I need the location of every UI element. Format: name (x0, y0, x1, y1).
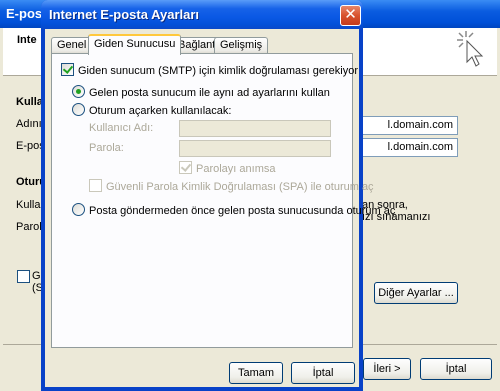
background-section-user: Kulla (16, 96, 43, 108)
close-icon[interactable]: ✕ (340, 5, 361, 26)
dialog-body: Genel Giden Sunucusu Bağlantı Gelişmiş G… (45, 29, 395, 387)
logon-using-row[interactable]: Oturum açarken kullanılacak: (72, 103, 231, 117)
tab-general[interactable]: Genel (51, 37, 93, 54)
outgoing-server-panel: Giden sunucum (SMTP) için kimlik doğrula… (51, 53, 395, 348)
same-settings-radio[interactable] (72, 85, 85, 98)
email-settings-dialog: Internet E-posta Ayarları ✕ Genel Giden … (41, 0, 395, 391)
password-label: Parola: (89, 142, 124, 154)
spa-row[interactable]: Güvenli Parola Kimlik Doğrulaması (SPA) … (89, 179, 374, 193)
background-checkbox[interactable] (17, 270, 30, 283)
smtp-auth-checkbox[interactable] (61, 63, 74, 76)
ok-button[interactable]: Tamam (229, 362, 283, 384)
same-settings-row[interactable]: Gelen posta sunucum ile aynı ad ayarları… (72, 85, 330, 99)
remember-password-label: Parolayı anımsa (196, 163, 276, 175)
dialog-cancel-button[interactable]: İptal (291, 362, 355, 384)
tab-outgoing-server[interactable]: Giden Sunucusu (88, 34, 182, 55)
background-header-title: Inte (17, 34, 37, 46)
spa-label: Güvenli Parola Kimlik Doğrulaması (SPA) … (106, 181, 374, 193)
username-label: Kullanıcı Adı: (89, 122, 154, 134)
background-cancel-button[interactable]: İptal (420, 358, 492, 380)
dialog-title: Internet E-posta Ayarları (49, 7, 200, 22)
remember-password-checkbox[interactable] (179, 161, 192, 174)
smtp-auth-row[interactable]: Giden sunucum (SMTP) için kimlik doğrula… (61, 63, 358, 77)
same-settings-label: Gelen posta sunucum ile aynı ad ayarları… (89, 87, 330, 99)
spa-checkbox[interactable] (89, 179, 102, 192)
more-settings-button[interactable]: Diğer Ayarlar ... (374, 282, 458, 304)
logon-before-row[interactable]: Posta göndermeden önce gelen posta sunuc… (72, 203, 395, 217)
username-input[interactable] (179, 120, 331, 137)
remember-password-row[interactable]: Parolayı anımsa (179, 161, 275, 175)
logon-before-label: Posta göndermeden önce gelen posta sunuc… (89, 205, 396, 217)
background-name-value: l.domain.com (387, 119, 453, 131)
smtp-auth-label: Giden sunucum (SMTP) için kimlik doğrula… (78, 65, 358, 77)
logon-using-label: Oturum açarken kullanılacak: (89, 105, 232, 117)
dialog-titlebar: Internet E-posta Ayarları ✕ (41, 0, 363, 29)
tab-advanced[interactable]: Gelişmiş (214, 37, 269, 54)
next-button[interactable]: İleri > (363, 358, 411, 380)
password-input[interactable] (179, 140, 331, 157)
logon-before-radio[interactable] (72, 203, 85, 216)
background-email-value: l.domain.com (387, 141, 453, 153)
logon-using-radio[interactable] (72, 103, 85, 116)
cursor-click-icon (457, 31, 484, 67)
